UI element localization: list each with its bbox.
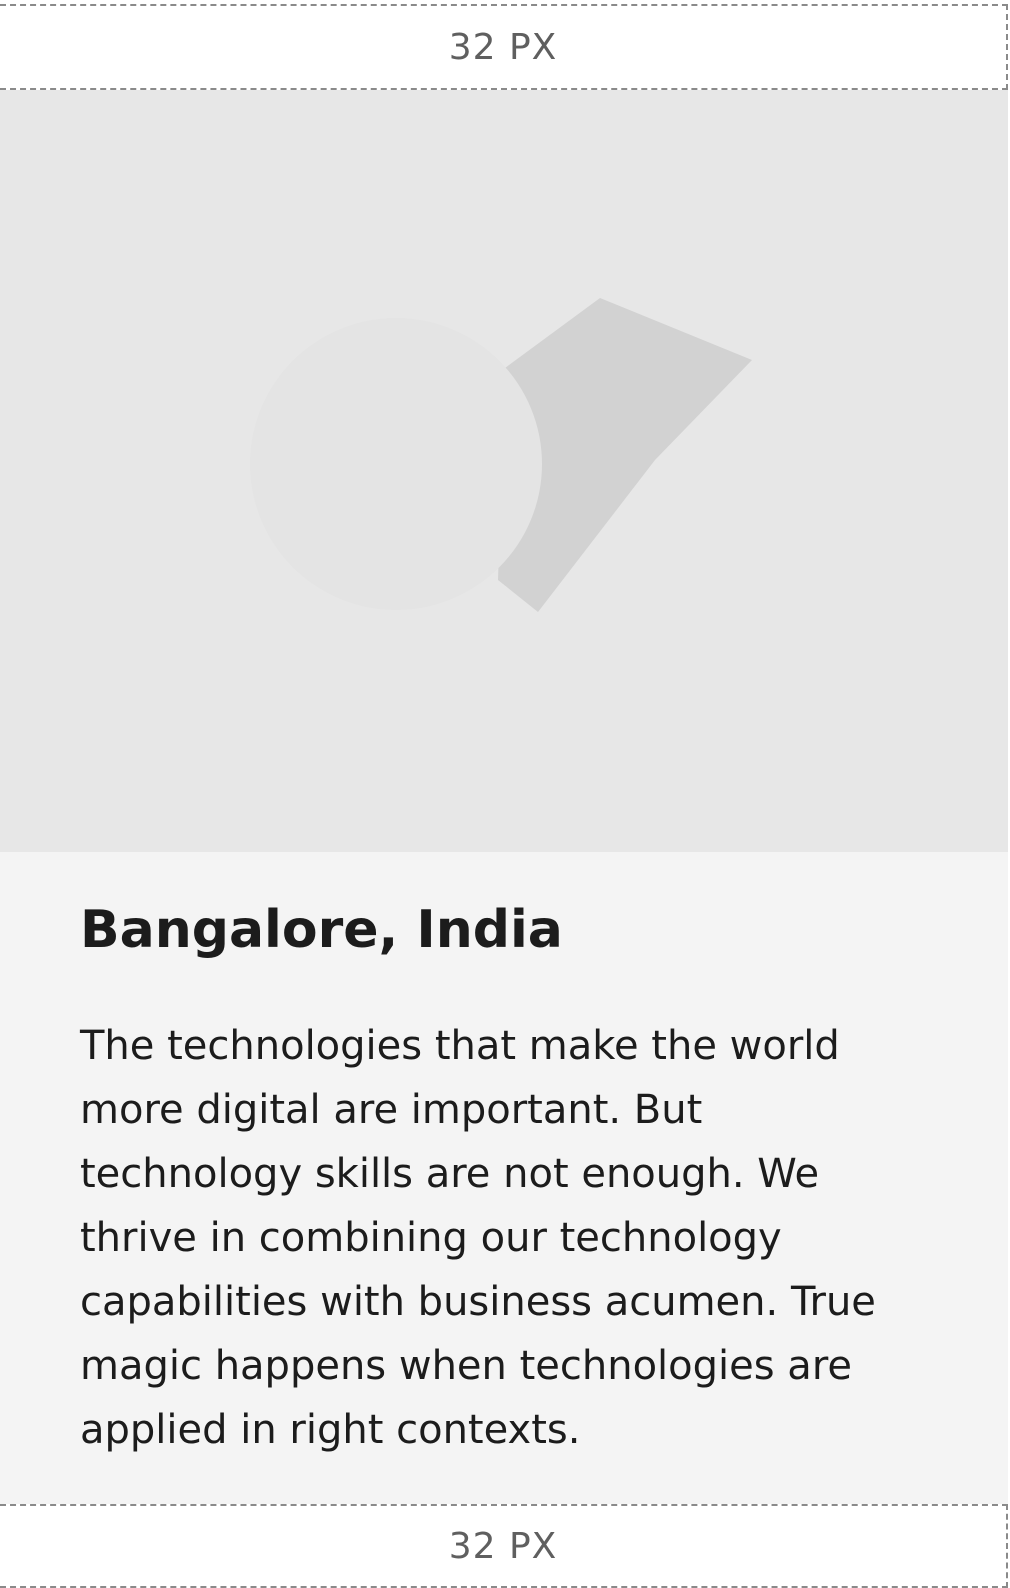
- card-description: The technologies that make the world mor…: [80, 1023, 876, 1453]
- card-content: Bangalore, India The technologies that m…: [80, 852, 930, 1462]
- bottom-spacing-indicator: 32 PX: [0, 1504, 1008, 1588]
- bottom-spacing-label: 32 PX: [448, 1525, 558, 1567]
- card-image: [0, 90, 1008, 852]
- location-card: Bangalore, India The technologies that m…: [0, 90, 1008, 1504]
- image-placeholder-icon: [250, 298, 752, 612]
- top-spacing-label: 32 PX: [448, 26, 558, 68]
- card-title: Bangalore, India: [80, 900, 563, 960]
- top-spacing-indicator: 32 PX: [0, 4, 1008, 90]
